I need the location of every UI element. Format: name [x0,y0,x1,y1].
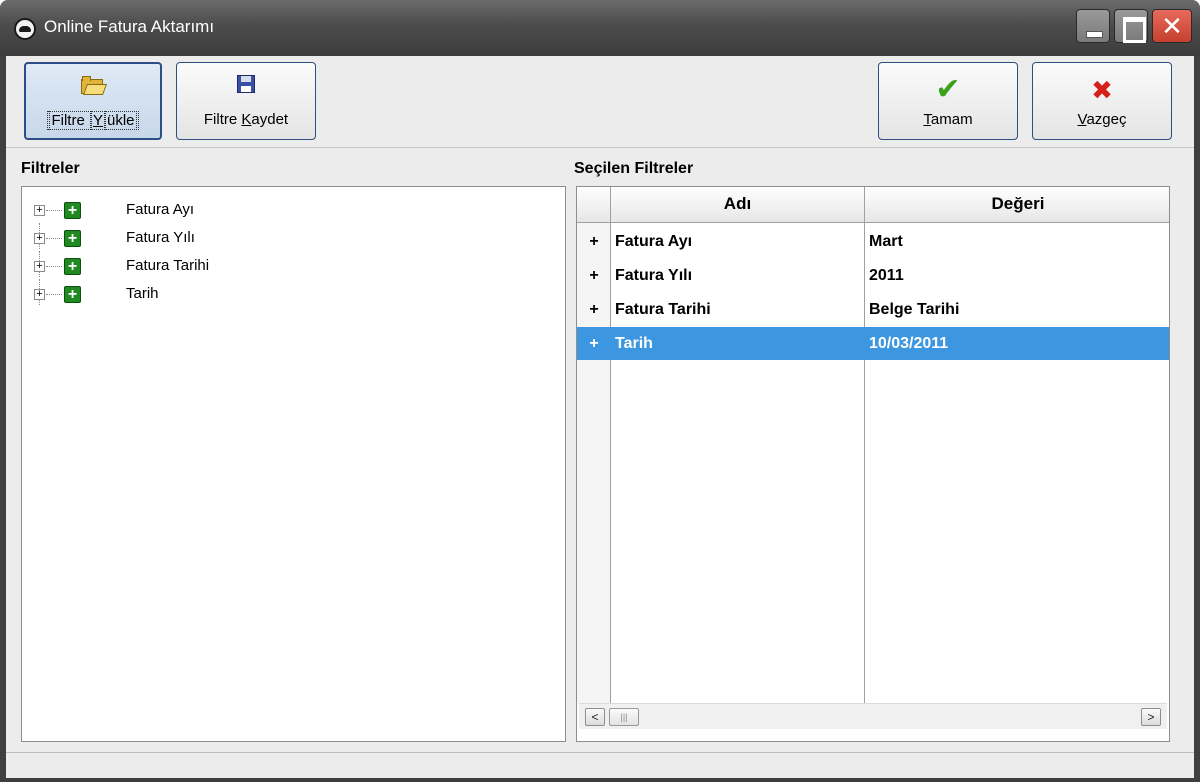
close-icon: ✕ [1161,11,1183,41]
dialog-body: Filtre Yükle Filtre Kaydet ✔ Tamam ✖ Vaz… [6,56,1194,778]
scroll-right-button[interactable]: > [1141,708,1161,726]
add-icon: + [64,258,81,275]
row-name-cell[interactable]: Tarih [615,327,653,360]
application-window: Online Fatura Aktarımı ✕ Filtre Yükle Fi… [0,0,1200,782]
selected-filters-heading: Seçilen Filtreler [574,160,694,177]
row-value-cell[interactable]: Belge Tarihi [869,293,959,326]
filters-tree[interactable]: + + Fatura Ayı + + Fatura Yılı + + Fatur… [21,186,566,742]
row-expand-icon[interactable]: + [577,293,611,326]
close-button[interactable]: ✕ [1152,9,1192,43]
save-filter-label: Filtre Kaydet [203,111,289,128]
table-row[interactable]: + Fatura Yılı 2011 [577,259,1169,292]
expand-icon[interactable]: + [34,205,45,216]
save-filter-button[interactable]: Filtre Kaydet [176,62,316,140]
indicator-header [577,187,611,223]
scroll-left-button[interactable]: < [585,708,605,726]
tree-item-label: Fatura Ayı [126,201,195,218]
expand-icon[interactable]: + [34,289,45,300]
toolbar: Filtre Yükle Filtre Kaydet ✔ Tamam ✖ Vaz… [6,56,1194,148]
folder-open-icon [81,76,108,96]
filters-heading: Filtreler [21,160,80,177]
row-expand-icon[interactable]: + [577,259,611,292]
status-bar [6,752,1194,778]
table-row-selected[interactable]: + Tarih 10/03/2011 [577,327,1169,360]
row-expand-icon[interactable]: + [577,327,611,360]
tree-item-label: Fatura Yılı [126,229,195,246]
table-row[interactable]: + Fatura Ayı Mart [577,225,1169,258]
minimize-button[interactable] [1076,9,1110,43]
row-value-cell[interactable]: 2011 [869,259,904,292]
column-header-name[interactable]: Adı [611,187,865,223]
selected-filters-grid[interactable]: Adı Değeri + Fatura Ayı Mart + Fatura Yı… [576,186,1170,742]
window-title: Online Fatura Aktarımı [44,17,215,36]
tree-item[interactable]: + + Fatura Yılı [22,227,562,277]
tree-connector [46,266,62,267]
tree-item-label: Tarih [126,285,159,302]
cross-icon: ✖ [1091,75,1113,105]
tree-item[interactable]: + + Fatura Tarihi [22,255,562,305]
grid-header: Adı Değeri [577,187,1169,223]
row-value-cell[interactable]: Mart [869,225,903,258]
tree-item[interactable]: + + Tarih [22,283,562,311]
cancel-label: Vazgeç [1077,111,1127,128]
load-filter-button[interactable]: Filtre Yükle [24,62,162,140]
expand-icon[interactable]: + [34,261,45,272]
row-name-cell[interactable]: Fatura Ayı [615,225,692,258]
column-header-value[interactable]: Değeri [865,187,1169,223]
app-logo-icon [14,18,36,40]
tree-connector [46,238,62,239]
cancel-button[interactable]: ✖ Vazgeç [1032,62,1172,140]
add-icon: + [64,230,81,247]
title-bar[interactable]: Online Fatura Aktarımı ✕ [0,0,1200,56]
checkmark-icon: ✔ [935,73,961,106]
maximize-button[interactable] [1114,9,1148,43]
load-filter-label: Filtre Yükle [26,111,160,130]
row-name-cell[interactable]: Fatura Yılı [615,259,692,292]
add-icon: + [64,202,81,219]
tree-connector [46,294,62,295]
horizontal-scrollbar[interactable]: < ||| > [579,703,1167,729]
tree-item-label: Fatura Tarihi [126,257,210,274]
row-value-cell[interactable]: 10/03/2011 [869,327,948,360]
tree-item[interactable]: + + Fatura Ayı [22,199,562,249]
floppy-disk-icon [237,75,255,93]
expand-icon[interactable]: + [34,233,45,244]
row-name-cell[interactable]: Fatura Tarihi [615,293,711,326]
ok-label: Tamam [923,111,973,128]
row-expand-icon[interactable]: + [577,225,611,258]
ok-button[interactable]: ✔ Tamam [878,62,1018,140]
table-row[interactable]: + Fatura Tarihi Belge Tarihi [577,293,1169,326]
scroll-thumb[interactable]: ||| [609,708,639,726]
add-icon: + [64,286,81,303]
tree-connector [46,210,62,211]
